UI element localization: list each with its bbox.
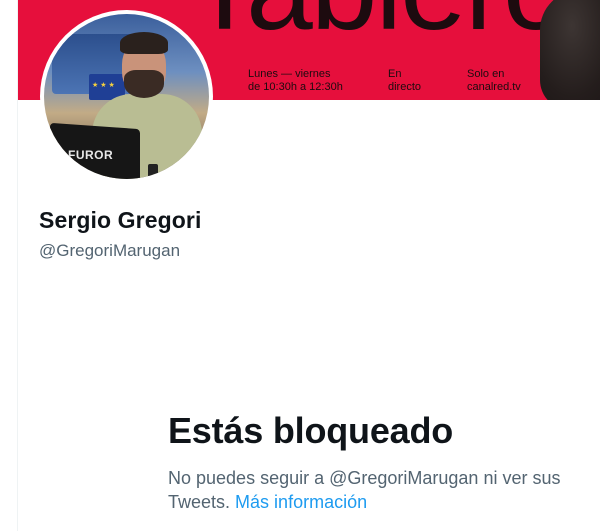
avatar-hair	[120, 32, 168, 54]
banner-live-line1: En	[388, 68, 402, 80]
banner-site: Solo en canalred.tv	[467, 68, 521, 94]
banner-schedule-days: Lunes — viernes	[248, 68, 331, 80]
banner-live-line2: directo	[388, 81, 422, 93]
more-info-link[interactable]: Más información	[235, 492, 367, 512]
profile-display-name: Sergio Gregori	[39, 207, 202, 233]
blocked-title: Estás bloqueado	[168, 410, 454, 451]
avatar-photo: FUROR	[44, 14, 209, 179]
avatar[interactable]: FUROR	[40, 10, 213, 183]
blocked-message: No puedes seguir a @GregoriMarugan ni ve…	[168, 466, 593, 514]
banner-person-image	[540, 0, 600, 100]
banner-schedule-hours: de 10:30h a 12:30h	[248, 81, 343, 93]
avatar-beard	[124, 70, 164, 98]
banner-site-line1: Solo en	[467, 68, 505, 80]
laptop-logo-text: FUROR	[68, 148, 114, 162]
profile-handle: @GregoriMarugan	[39, 241, 181, 260]
banner-schedule: Lunes — viernes de 10:30h a 12:30h	[248, 68, 343, 94]
avatar-watch	[148, 164, 158, 178]
banner-live: En directo	[388, 68, 421, 94]
banner-headline: Tablero	[188, 0, 570, 48]
banner-site-line2: canalred.tv	[467, 81, 521, 93]
